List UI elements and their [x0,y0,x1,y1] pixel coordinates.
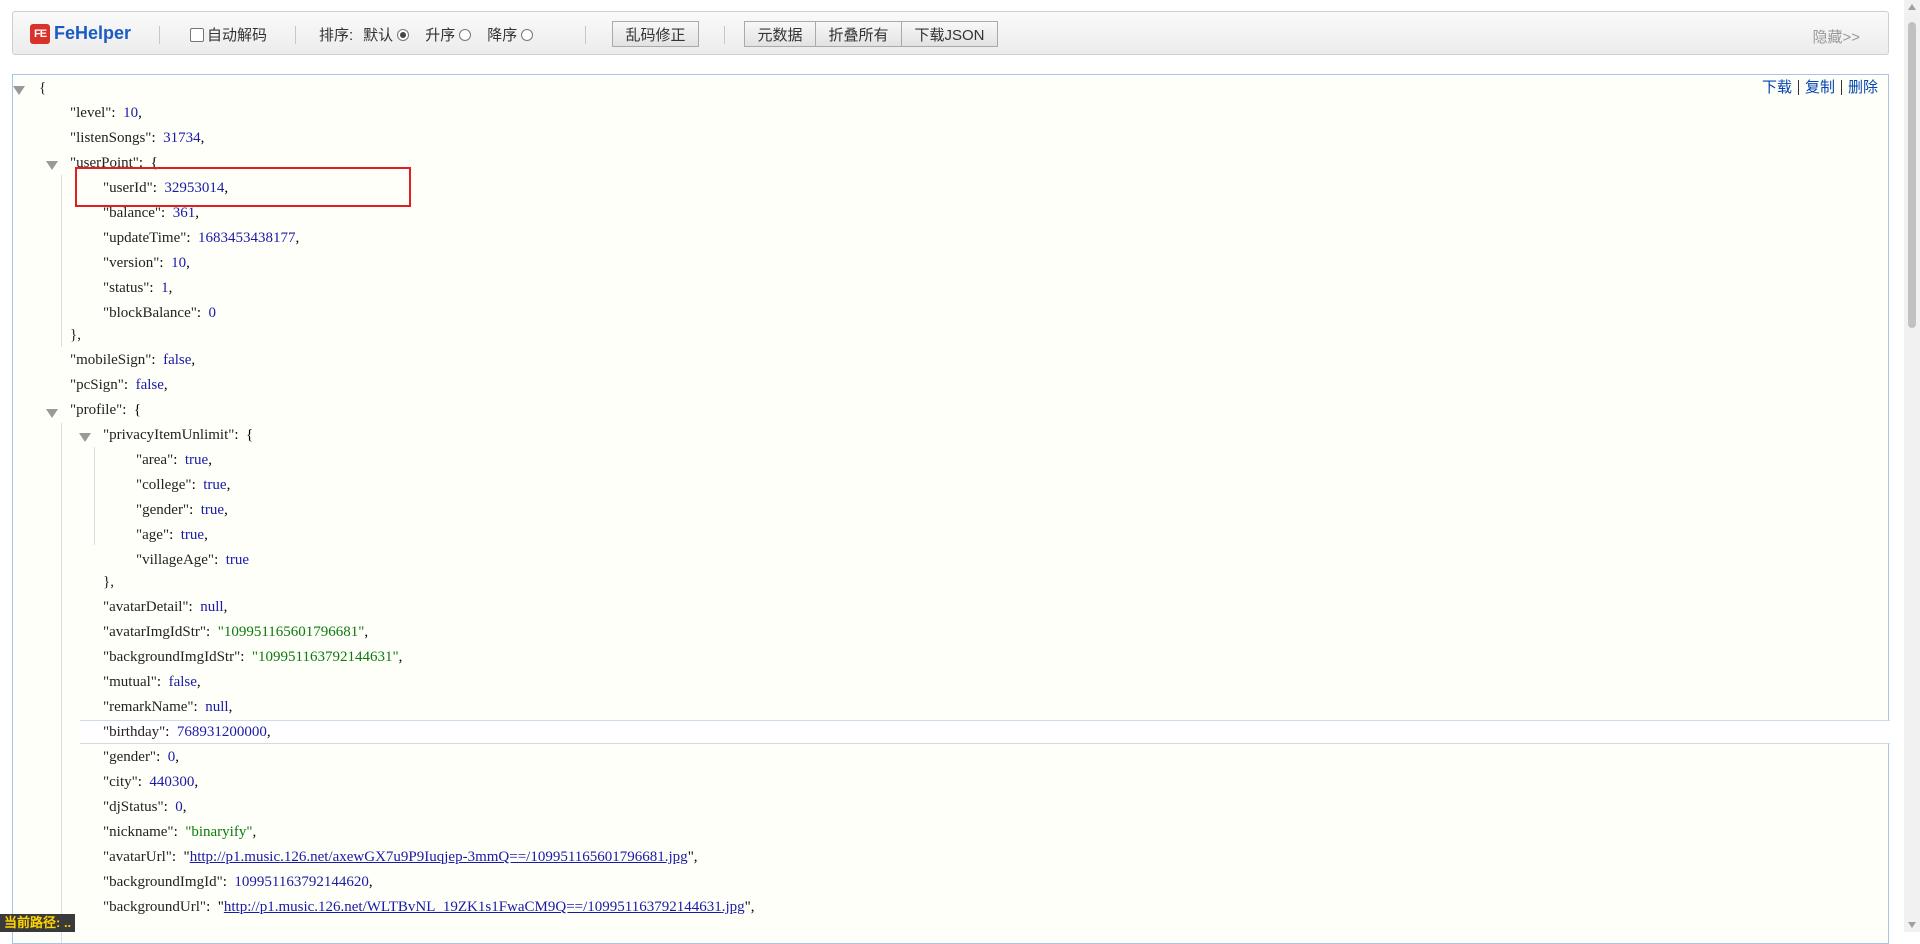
delete-link[interactable]: 删除 [1840,80,1884,95]
brand-name: FeHelper [54,23,132,43]
json-line: "nickname": "binaryify", [103,824,257,840]
json-line: "djStatus": 0, [103,799,187,815]
json-line: { [39,80,47,96]
avatar-url-link[interactable]: http://p1.music.126.net/axewGX7u9P9Iuqje… [190,849,688,865]
collapse-all-button[interactable]: 折叠所有 [815,21,902,47]
json-line: "villageAge": true [136,552,250,568]
sort-default-label: 默认 [363,27,394,44]
json-line: "avatarUrl": "http://p1.music.126.net/ax… [103,849,698,865]
toolbar-divider [585,26,586,44]
fix-encoding-button[interactable]: 乱码修正 [612,21,699,47]
json-line: "avatarDetail": null, [103,599,228,615]
json-line: "listenSongs": 31734, [70,130,205,146]
json-line: "birthday": 768931200000, [103,724,271,740]
collapse-privacy-icon[interactable] [79,433,91,442]
fehelper-toolbar: FE FeHelper 自动解码 排序: 默认 升序 降序 乱码修正 元数据 折… [12,11,1889,55]
json-line: "backgroundImgId": 109951163792144620, [103,874,373,890]
json-line: "privacyItemUnlimit": { [103,427,254,443]
sort-desc-radio[interactable] [521,28,534,41]
userid-highlight-box [75,167,411,207]
json-line: "version": 10, [103,255,190,271]
sort-desc-label: 降序 [487,27,518,44]
hide-toolbar-link[interactable]: 隐藏>> [1812,26,1860,47]
json-line: "mobileSign": false, [70,352,196,368]
auto-decode-checkbox[interactable] [190,27,204,42]
download-json-button[interactable]: 下载JSON [901,21,998,47]
collapse-userpoint-icon[interactable] [46,161,58,170]
background-url-link[interactable]: http://p1.music.126.net/WLTBvNL_19ZK1s1F… [224,899,745,915]
json-line: "gender": true, [136,502,228,518]
json-line: "gender": 0, [103,749,179,765]
sort-asc-radio[interactable] [459,28,472,41]
json-line: }, [103,574,114,590]
toolbar-divider [295,26,296,44]
sort-group: 排序: 默认 升序 降序 [319,24,534,45]
json-line: "blockBalance": 0 [103,305,217,321]
json-line: "area": true, [136,452,212,468]
current-path-status: 当前路径: .. [0,914,76,932]
metadata-button[interactable]: 元数据 [744,21,816,47]
json-line: }, [70,327,81,343]
json-line: "avatarImgIdStr": "109951165601796681", [103,624,369,640]
viewer-actions: 下载 复制 删除 [1756,80,1884,95]
json-line: "city": 440300, [103,774,199,790]
indent-guide [61,175,62,347]
hovered-row [80,720,1890,744]
scroll-down-icon[interactable] [1908,922,1916,928]
collapse-profile-icon[interactable] [46,409,58,418]
collapse-root-icon[interactable] [13,86,25,95]
json-line: "backgroundUrl": "http://p1.music.126.ne… [103,899,755,915]
json-line: "mutual": false, [103,674,201,690]
json-line: "pcSign": false, [70,377,168,393]
copy-link[interactable]: 复制 [1797,80,1841,95]
json-line: "level": 10, [70,105,142,121]
sort-default-radio[interactable] [397,28,410,41]
sort-label: 排序: [319,27,354,44]
json-line: "backgroundImgIdStr": "10995116379214463… [103,649,403,665]
json-line: "status": 1, [103,280,173,296]
fehelper-logo-icon: FE [30,23,50,44]
scroll-up-icon[interactable] [1908,4,1916,10]
scroll-thumb[interactable] [1908,22,1916,328]
download-link[interactable]: 下载 [1756,80,1798,95]
indent-guide [94,447,95,545]
brand: FE FeHelper [30,23,131,44]
sort-asc-label: 升序 [425,27,456,44]
json-line: "college": true, [136,477,231,493]
toolbar-divider [159,26,160,44]
auto-decode-option[interactable]: 自动解码 [190,24,267,45]
auto-decode-label: 自动解码 [207,27,268,44]
json-viewer: 下载 复制 删除 { "level": 10, "listenSongs": 3… [12,74,1890,944]
json-line: "profile": { [70,402,142,418]
json-line: "updateTime": 1683453438177, [103,230,300,246]
indent-guide [61,423,62,943]
json-line: "remarkName": null, [103,699,233,715]
toolbar-divider [724,26,725,44]
page-scrollbar[interactable] [1904,0,1920,932]
json-line: "age": true, [136,527,208,543]
